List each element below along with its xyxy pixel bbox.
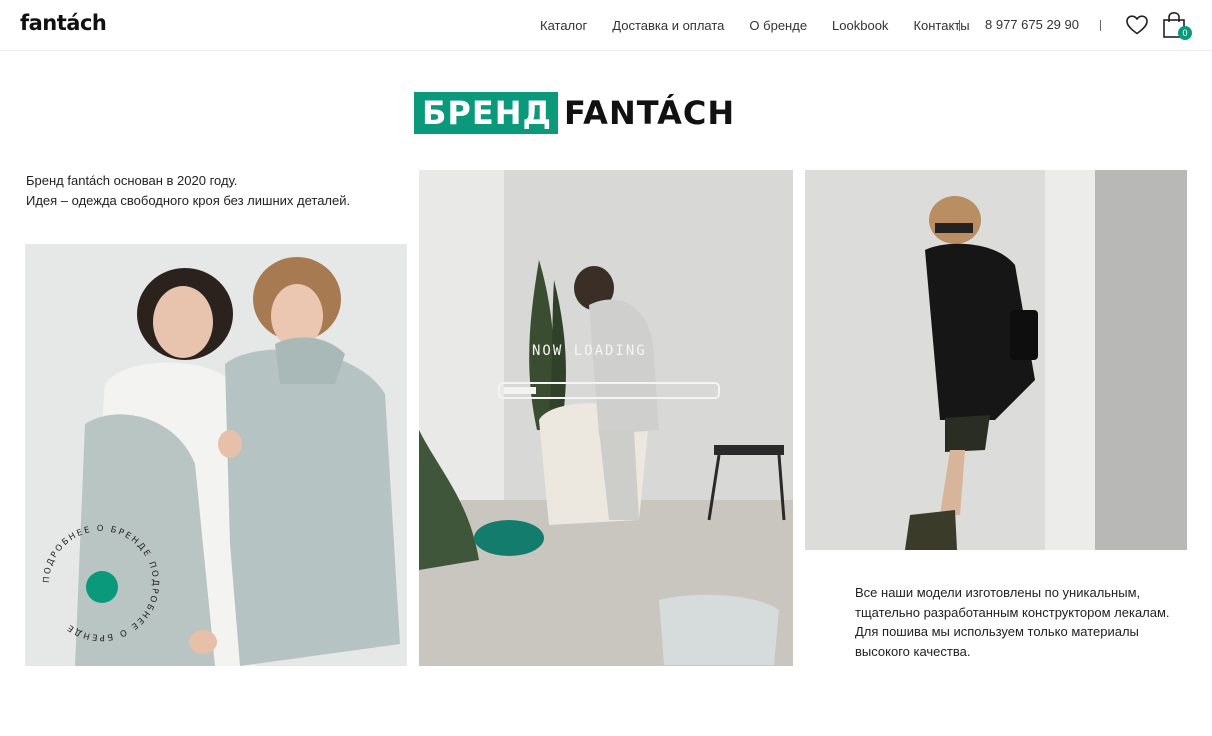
phone-link[interactable]: 8 977 675 29 90 [985,17,1079,32]
photo-illustration [805,170,1187,550]
loading-overlay-text: NOW LOADING [532,343,647,359]
intro-text: Бренд fantách основан в 2020 году. Идея … [26,171,406,211]
nav-item-catalog[interactable]: Каталог [540,18,587,33]
title-brand: FANTÁCH [563,94,736,132]
nav-item-delivery[interactable]: Доставка и оплата [612,18,724,33]
title-highlight: БРЕНД [414,92,558,134]
photo-illustration [419,170,793,666]
video-lookbook[interactable]: NOW LOADING [419,170,793,666]
nav-item-contacts[interactable]: Контакты [913,18,969,33]
main-nav: Каталог Доставка и оплата О бренде Lookb… [540,0,970,51]
intro-line: Идея – одежда свободного кроя без лишних… [26,193,351,208]
intro-line: Бренд fantách основан в 2020 году. [26,173,238,188]
nav-item-about[interactable]: О бренде [749,18,807,33]
divider [959,20,960,31]
quality-line: Для пошива мы используем только материал… [855,624,1139,639]
cart-count-badge: 0 [1178,26,1192,40]
nav-item-lookbook[interactable]: Lookbook [832,18,888,33]
quality-line: высокого качества. [855,643,971,659]
site-header: fantách Каталог Доставка и оплата О брен… [0,0,1212,51]
heart-icon[interactable] [1125,13,1149,37]
badge-dot[interactable] [86,571,118,603]
page-title: БРЕНД FANTÁCH [414,92,735,134]
quality-text: Все наши модели изготовлены по уникальны… [855,583,1185,661]
quality-line: тщательно разработанным конструктором ле… [855,604,1170,620]
photo-model-black-hoodie [805,170,1187,550]
quality-line: Все наши модели изготовлены по уникальны… [855,585,1141,600]
logo[interactable]: fantách [20,11,107,35]
divider [1100,20,1101,31]
